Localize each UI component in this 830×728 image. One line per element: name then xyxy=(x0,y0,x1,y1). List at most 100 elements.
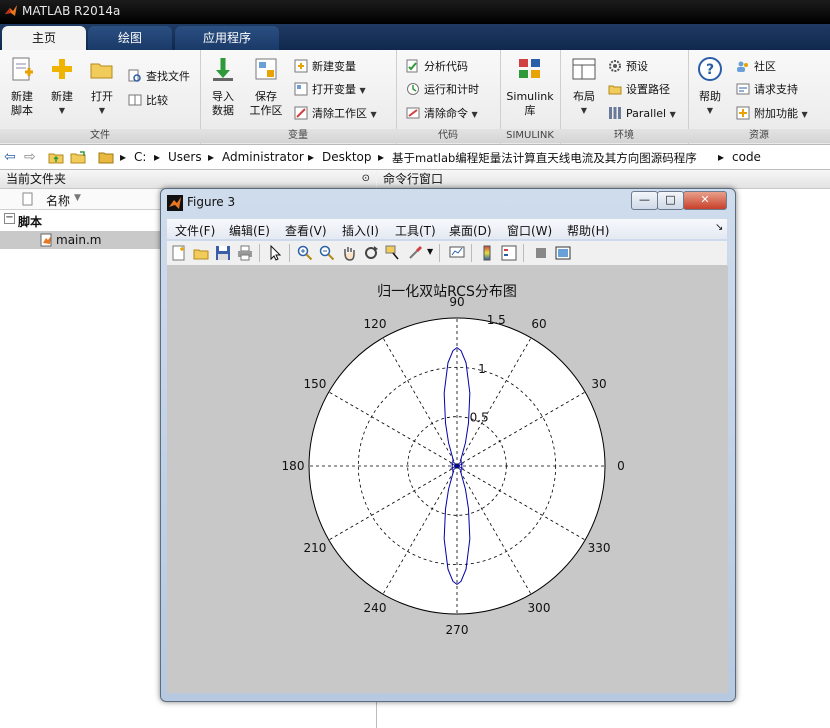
colorbar-icon[interactable] xyxy=(479,245,495,261)
forward-arrow-icon[interactable]: ⇨ xyxy=(24,149,36,165)
theta-tick-label: 120 xyxy=(364,317,387,331)
theta-tick-label: 90 xyxy=(449,295,464,309)
help-label: 帮助 xyxy=(699,90,721,103)
chevron-down-icon: ▼ xyxy=(471,110,478,119)
brush-icon[interactable] xyxy=(407,245,423,261)
menu-file[interactable]: 文件(F) xyxy=(175,222,215,239)
compare-icon xyxy=(128,94,142,106)
print-icon[interactable] xyxy=(237,245,253,261)
breadcrumb-c[interactable]: C: xyxy=(134,150,146,164)
show-plot-tools-icon[interactable] xyxy=(555,245,571,261)
request-support-button[interactable]: 请求支持 xyxy=(736,81,798,99)
addons-button[interactable]: 附加功能 ▼ xyxy=(736,105,808,123)
menu-window[interactable]: 窗口(W) xyxy=(507,222,552,239)
tab-home[interactable]: 主页 xyxy=(2,26,86,50)
group-file: 新建 脚本 新建 ▼ 打开 ▼ 查找文件 比较 文件 xyxy=(0,50,201,144)
menu-insert[interactable]: 插入(I) xyxy=(342,222,379,239)
simulink-library-button[interactable]: Simulink 库 xyxy=(502,56,558,118)
theta-tick-label: 30 xyxy=(591,377,606,391)
zoom-out-icon[interactable] xyxy=(319,245,335,261)
address-bar: ⇦ ⇨ ▸ C: ▸ Users ▸ Administrator ▸ Deskt… xyxy=(0,145,830,170)
sort-down-icon: ▼ xyxy=(74,193,81,203)
compare-button[interactable]: 比较 xyxy=(128,92,168,110)
group-simulink-label: SIMULINK xyxy=(500,129,560,143)
clear-commands-button[interactable]: 清除命令 ▼ xyxy=(406,105,478,123)
breadcrumb-separator: ▸ xyxy=(378,150,385,164)
open-file-icon[interactable] xyxy=(193,245,209,261)
dock-arrow-icon[interactable]: ↘ xyxy=(715,222,723,233)
run-and-time-button[interactable]: 运行和计时 xyxy=(406,81,479,99)
minimize-button[interactable]: — xyxy=(631,191,658,210)
clear-workspace-button[interactable]: 清除工作区 ▼ xyxy=(294,105,377,123)
tab-apps[interactable]: 应用程序 xyxy=(175,26,279,50)
figure-toolbar: ▼ xyxy=(167,241,727,266)
menu-edit[interactable]: 编辑(E) xyxy=(229,222,270,239)
open-button[interactable]: 打开 ▼ xyxy=(84,56,120,118)
new-button[interactable]: 新建 ▼ xyxy=(44,56,80,118)
theta-tick-label: 270 xyxy=(446,623,469,637)
breadcrumb-desktop[interactable]: Desktop xyxy=(322,150,372,164)
chevron-down-icon: ▼ xyxy=(706,106,714,115)
analyze-code-button[interactable]: 分析代码 xyxy=(406,58,468,76)
file-name: main.m xyxy=(56,233,102,247)
r-tick-label: 0.5 xyxy=(470,410,489,424)
community-button[interactable]: 社区 xyxy=(736,58,776,76)
breadcrumb-users[interactable]: Users xyxy=(168,150,202,164)
help-button[interactable]: ? 帮助 ▼ xyxy=(694,56,726,118)
chevron-down-icon[interactable]: ▼ xyxy=(427,247,433,256)
find-files-button[interactable]: 查找文件 xyxy=(128,68,190,86)
close-button[interactable]: ✕ xyxy=(683,191,727,210)
open-variable-icon xyxy=(294,82,308,96)
new-script-button[interactable]: 新建 脚本 xyxy=(4,56,40,118)
menu-help[interactable]: 帮助(H) xyxy=(567,222,609,239)
folder-path-icon xyxy=(608,85,622,95)
chart-title: 归一化双站RCS分布图 xyxy=(377,283,517,300)
up-folder-icon[interactable] xyxy=(48,149,64,165)
new-figure-icon[interactable] xyxy=(171,245,187,261)
back-arrow-icon[interactable]: ⇦ xyxy=(4,149,16,165)
set-path-label: 设置路径 xyxy=(626,83,670,96)
tab-plots[interactable]: 绘图 xyxy=(88,26,172,50)
matlab-logo-icon xyxy=(5,5,17,16)
save-workspace-button[interactable]: 保存 工作区 xyxy=(244,56,288,118)
pan-hand-icon[interactable] xyxy=(341,245,357,261)
open-variable-label: 打开变量 xyxy=(312,83,356,96)
open-variable-button[interactable]: 打开变量 ▼ xyxy=(294,81,366,99)
breadcrumb-separator: ▸ xyxy=(718,150,725,164)
r-tick-label: 1 xyxy=(478,362,486,376)
link-plot-icon[interactable] xyxy=(449,245,465,261)
run-and-time-icon xyxy=(407,83,419,95)
hide-plot-tools-icon[interactable] xyxy=(533,245,549,261)
preferences-button[interactable]: 预设 xyxy=(608,58,648,76)
layout-label: 布局 xyxy=(573,90,595,103)
set-path-button[interactable]: 设置路径 xyxy=(608,81,670,99)
import-data-button[interactable]: 导入 数据 xyxy=(204,56,242,118)
pointer-icon[interactable] xyxy=(267,245,283,261)
rotate-3d-icon[interactable] xyxy=(363,245,379,261)
new-variable-button[interactable]: 新建变量 xyxy=(294,58,356,76)
new-variable-icon xyxy=(294,59,308,73)
legend-icon[interactable] xyxy=(501,245,517,261)
breadcrumb-administrator[interactable]: Administrator xyxy=(222,150,304,164)
zoom-in-icon[interactable] xyxy=(297,245,313,261)
ribbon: 新建 脚本 新建 ▼ 打开 ▼ 查找文件 比较 文件 导入 数据 保存 工作区 … xyxy=(0,50,830,145)
menu-desktop[interactable]: 桌面(D) xyxy=(449,222,492,239)
browse-folder-icon[interactable] xyxy=(70,149,86,165)
collapse-icon[interactable]: − xyxy=(4,213,15,224)
parallel-button[interactable]: Parallel ▼ xyxy=(608,105,676,123)
breadcrumb-code[interactable]: code xyxy=(732,150,761,164)
simulink-label-2: 库 xyxy=(524,104,536,117)
menu-view[interactable]: 查看(V) xyxy=(285,222,327,239)
chevron-down-icon: ▼ xyxy=(359,86,366,95)
community-icon xyxy=(737,61,748,72)
name-column-header[interactable]: 名称 xyxy=(46,192,70,209)
menu-tools[interactable]: 工具(T) xyxy=(395,222,436,239)
data-cursor-icon[interactable] xyxy=(385,245,401,261)
group-variable-label: 变量 xyxy=(200,129,396,143)
layout-button[interactable]: 布局 ▼ xyxy=(566,56,602,118)
maximize-button[interactable]: □ xyxy=(657,191,684,210)
save-icon[interactable] xyxy=(215,245,231,261)
panel-menu-icon[interactable]: ⊙ xyxy=(362,170,370,188)
breadcrumb-project-folder[interactable]: 基于matlab编程矩量法计算直天线电流及其方向图源码程序 xyxy=(392,150,697,166)
app-title: MATLAB R2014a xyxy=(22,4,121,18)
